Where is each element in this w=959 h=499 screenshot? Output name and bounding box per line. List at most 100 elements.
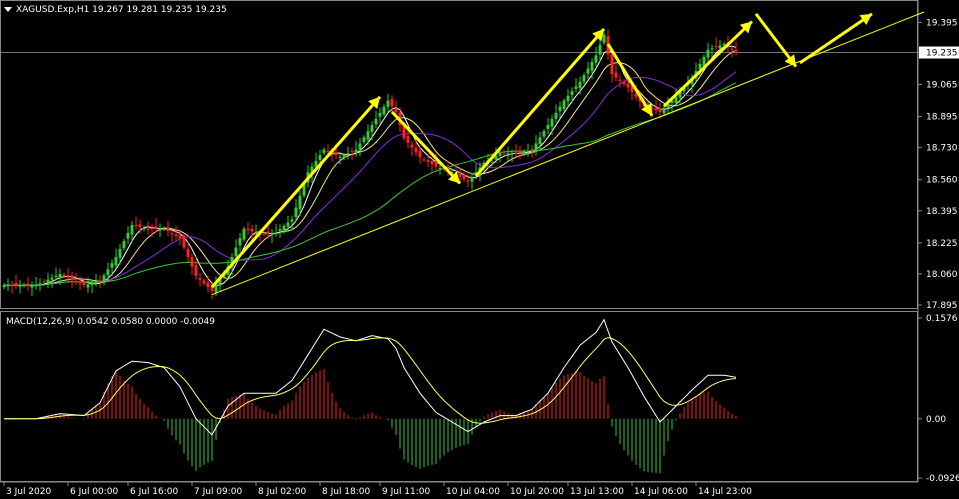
candle-body — [286, 222, 290, 227]
candle-body — [242, 228, 246, 240]
candle-body — [134, 224, 138, 226]
candle-body — [86, 284, 90, 288]
candle-body — [734, 49, 738, 52]
candle-body — [382, 106, 386, 115]
candle-body — [514, 152, 518, 154]
candle-body — [54, 275, 58, 277]
candle-body — [614, 72, 618, 78]
trendline[interactable] — [211, 11, 925, 296]
candle-body — [526, 150, 530, 152]
macd-axis: 0.1576 0.00 -0.0926 — [918, 314, 959, 484]
candle-body — [386, 100, 390, 107]
candle-body — [6, 285, 10, 287]
trading-chart-window: 19.395 19.235 19.065 18.895 18.730 18.560 18.3… — [0, 0, 959, 499]
time-tick-label: 3 Jul 2020 — [6, 487, 51, 497]
candle-body — [282, 225, 286, 232]
time-tick-label: 13 Jul 13:00 — [570, 487, 624, 497]
candle-body — [582, 75, 586, 82]
forecast-arrow — [799, 12, 873, 65]
forecast-arrow — [210, 95, 382, 289]
candle-body — [594, 55, 598, 63]
candle-body — [106, 269, 110, 276]
candle-body — [506, 153, 510, 156]
candle-body — [318, 155, 322, 161]
candle-body — [418, 150, 422, 158]
collapse-triangle-icon[interactable] — [4, 7, 12, 12]
candle-body — [610, 54, 614, 75]
candle-body — [718, 45, 722, 49]
candle-body — [2, 285, 6, 288]
candle-body — [82, 281, 86, 286]
candle-body — [498, 153, 502, 156]
candle-body — [430, 161, 434, 165]
candle-body — [190, 257, 194, 267]
forecast-arrow — [474, 27, 606, 177]
candle-body — [574, 86, 578, 89]
candle-body — [334, 151, 338, 156]
forecast-arrow — [390, 110, 462, 185]
candle-body — [662, 108, 666, 114]
candle-body — [266, 231, 270, 234]
candle-body — [114, 257, 118, 266]
candle-body — [206, 282, 210, 288]
candle-body — [138, 224, 142, 227]
candle-body — [298, 195, 302, 210]
candle-body — [370, 125, 374, 132]
candle-body — [562, 100, 566, 109]
candle-body — [14, 283, 18, 286]
candle-body — [254, 232, 258, 234]
candle-body — [714, 46, 718, 48]
macd-tick-label: 0.00 — [926, 415, 946, 425]
candle-body — [50, 277, 54, 280]
candle-body — [262, 233, 266, 235]
candle-body — [78, 281, 82, 284]
signal-line — [4, 337, 737, 424]
time-tick-label: 10 Jul 04:00 — [446, 487, 500, 497]
candle-body — [554, 112, 558, 119]
moving-average-line — [4, 49, 737, 286]
candle-body — [722, 44, 726, 46]
candle-body — [550, 118, 554, 127]
candle-body — [38, 283, 42, 285]
candle-body — [426, 160, 430, 162]
candle-body — [198, 278, 202, 280]
candle-body — [10, 284, 14, 286]
candle-body — [542, 131, 546, 137]
candle-body — [90, 283, 94, 286]
candle-body — [658, 108, 662, 112]
candle-body — [322, 149, 326, 153]
candle-body — [586, 68, 590, 74]
candle-body — [174, 234, 178, 236]
candle-body — [390, 99, 394, 107]
candle-body — [102, 275, 106, 284]
candle-body — [406, 136, 410, 143]
candle-body — [534, 143, 538, 152]
candle-body — [350, 151, 354, 153]
candle-body — [246, 228, 250, 231]
candle-body — [538, 137, 542, 145]
candle-body — [122, 240, 126, 249]
macd-panel-frame — [0, 311, 918, 482]
candle-body — [470, 176, 474, 182]
candle-body — [250, 228, 254, 232]
macd-tick-label: 0.1576 — [926, 314, 958, 324]
candlesticks — [2, 29, 738, 300]
candle-body — [706, 49, 710, 58]
candle-body — [566, 95, 570, 102]
candle-body — [626, 83, 630, 88]
macd-line — [4, 318, 737, 436]
candle-body — [186, 249, 190, 257]
chart-canvas[interactable]: 19.395 19.235 19.065 18.895 18.730 18.560 18.3… — [0, 0, 959, 499]
candle-body — [130, 224, 134, 235]
candle-body — [510, 153, 514, 155]
time-tick-label: 8 Jul 18:00 — [322, 487, 371, 497]
macd-indicator — [4, 318, 737, 474]
candle-body — [422, 159, 426, 161]
moving-averages — [4, 45, 737, 286]
candle-body — [30, 285, 34, 288]
candle-body — [466, 180, 470, 182]
candle-body — [374, 118, 378, 125]
candle-body — [458, 173, 462, 177]
candle-body — [602, 34, 606, 43]
candle-body — [194, 264, 198, 276]
